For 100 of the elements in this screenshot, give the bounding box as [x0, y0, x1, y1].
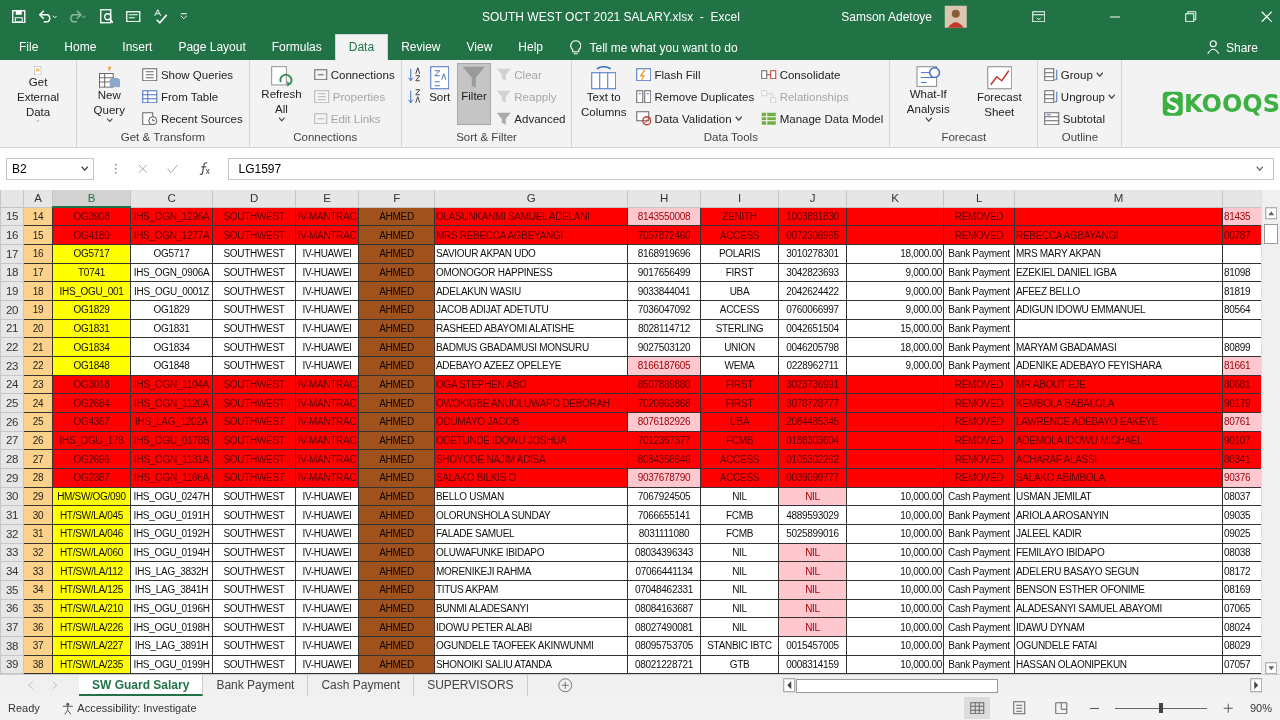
accessibility-button[interactable]: Accessibility: Investigate	[61, 701, 197, 715]
zoom-slider[interactable]	[1159, 703, 1164, 713]
tell-me-field[interactable]: Tell me what you want to do	[589, 40, 770, 55]
column-header[interactable]: E	[295, 190, 359, 207]
share-button[interactable]: Share	[1207, 35, 1258, 60]
ribbon-button[interactable]: Forecast Sheet	[965, 63, 1034, 125]
ribbon-button[interactable]: Filter	[457, 63, 491, 125]
table-cell: IDAWU DYNAM	[1014, 617, 1223, 637]
ribbon-tab[interactable]: Insert	[109, 35, 166, 60]
undo-icon[interactable]	[38, 10, 57, 23]
table-cell: ARIOLA AROSANYIN	[1014, 505, 1223, 525]
clock-icon	[142, 111, 158, 126]
sheet-tab[interactable]: SW Guard Salary	[79, 675, 204, 696]
normal-view-icon[interactable]	[970, 701, 985, 715]
table-cell: OG1834	[130, 337, 213, 357]
table-cell: IV-HUAWEI	[295, 524, 359, 544]
table-cell: 0760066997	[778, 300, 847, 320]
cancel-icon[interactable]	[137, 163, 147, 174]
table-cell: Bank Payment	[943, 300, 1015, 320]
column-header[interactable]: D	[212, 190, 296, 207]
ribbon-tab[interactable]: Page Layout	[165, 35, 259, 60]
ribbon-button[interactable]: Consolidate	[759, 64, 886, 85]
table-cell: 10,000.00	[846, 524, 944, 544]
ribbon-tab[interactable]: Formulas	[258, 35, 335, 60]
ribbon-button[interactable]: Refresh All	[253, 63, 310, 125]
save-icon[interactable]	[12, 9, 26, 24]
sort-ascending-icon[interactable]	[407, 67, 421, 82]
ribbon-button[interactable]: Get External Data	[4, 63, 73, 125]
scroll-up-icon[interactable]	[1264, 207, 1278, 220]
table-cell: 3010278301	[778, 244, 847, 263]
column-header[interactable]: H	[627, 190, 701, 207]
name-box[interactable]: B2	[6, 157, 94, 180]
ribbon-button[interactable]: Text to Columns	[576, 63, 631, 125]
ribbon-button[interactable]: Subtotal	[1042, 108, 1118, 129]
column-header[interactable]: J	[778, 190, 847, 207]
scroll-down-icon[interactable]	[1264, 661, 1278, 674]
table-cell: 9017656499	[627, 263, 701, 282]
ribbon-tab[interactable]: File	[6, 35, 52, 60]
column-header[interactable]: F	[358, 190, 435, 207]
ribbon-display-icon[interactable]	[1031, 10, 1045, 23]
formula-field[interactable]: LG1597	[238, 161, 282, 176]
add-sheet-icon[interactable]	[557, 678, 573, 693]
ribbon-button[interactable]: Connections	[312, 64, 397, 85]
form-icon[interactable]	[126, 10, 141, 23]
ribbon-button[interactable]: Recent Sources	[140, 108, 245, 129]
print-preview-icon[interactable]	[99, 9, 114, 24]
ribbon-tab[interactable]: View	[453, 35, 506, 60]
table-cell: 8028114712	[627, 319, 701, 338]
ribbon-button[interactable]: Advanced	[493, 108, 568, 129]
ribbon-button[interactable]: Remove Duplicates	[633, 86, 757, 107]
validation-icon	[635, 111, 652, 126]
avatar-icon[interactable]	[944, 4, 968, 29]
sort-descending-icon[interactable]	[407, 88, 421, 103]
function-icon[interactable]	[198, 161, 210, 176]
table-cell: IHS_OGU_0198H	[130, 617, 213, 637]
zoom-level[interactable]: 90%	[1249, 702, 1272, 714]
ribbon-tab[interactable]: Data	[334, 34, 389, 60]
table-cell: 9027503120	[627, 337, 701, 357]
ribbon-button[interactable]: Data Validation	[633, 108, 757, 129]
refresh-icon	[269, 66, 293, 88]
page-layout-icon[interactable]	[1013, 701, 1026, 715]
customize-icon[interactable]	[180, 13, 188, 20]
ribbon-tab[interactable]: Home	[51, 35, 110, 60]
restore-icon[interactable]	[1185, 10, 1197, 23]
scroll-left-icon[interactable]	[783, 678, 796, 693]
scroll-right-icon[interactable]	[1249, 678, 1262, 693]
column-header[interactable]: L	[943, 190, 1015, 207]
column-header[interactable]: G	[434, 190, 628, 207]
scrollbar-thumb[interactable]	[795, 678, 998, 693]
status-text: Ready	[8, 702, 40, 714]
ribbon-button[interactable]: From Table	[140, 86, 245, 107]
zoom-in-icon[interactable]	[1223, 702, 1234, 714]
spelling-icon[interactable]	[153, 9, 168, 24]
column-header[interactable]: B	[52, 190, 131, 207]
ribbon-tab[interactable]: Review	[388, 35, 454, 60]
vertical-scrollbar[interactable]	[1261, 190, 1280, 674]
close-icon[interactable]	[1260, 10, 1272, 23]
ribbon-tab[interactable]: Help	[505, 35, 556, 60]
ribbon-button[interactable]: Ungroup	[1042, 86, 1118, 107]
ribbon-button[interactable]: Flash Fill	[633, 64, 757, 85]
table-cell: NIL	[700, 561, 779, 581]
ribbon-button[interactable]: New Query	[81, 63, 138, 125]
ribbon-button[interactable]: Manage Data Model	[759, 108, 886, 129]
page-break-icon[interactable]	[1055, 701, 1068, 715]
column-header[interactable]: I	[700, 190, 779, 207]
ribbon-button[interactable]: Show Queries	[140, 64, 245, 85]
redo-icon[interactable]	[70, 10, 87, 23]
column-header[interactable]: A	[23, 190, 53, 207]
column-header[interactable]: C	[130, 190, 213, 207]
table-cell: Bank Payment	[943, 244, 1015, 263]
ribbon-button[interactable]: What-If Analysis	[894, 63, 963, 125]
table-cell: ALADESANYI SAMUEL ABAYOMI	[1014, 599, 1223, 618]
horizontal-scrollbar[interactable]	[783, 675, 1262, 696]
scrollbar-thumb[interactable]	[1264, 223, 1278, 244]
column-header[interactable]: K	[846, 190, 944, 207]
column-header[interactable]: M	[1014, 190, 1223, 207]
table-cell: UNION	[700, 337, 779, 357]
ribbon-button[interactable]: Sort	[425, 63, 455, 125]
ribbon-button[interactable]: Group	[1042, 64, 1118, 85]
table-cell: SOUTHWEST	[212, 356, 296, 376]
